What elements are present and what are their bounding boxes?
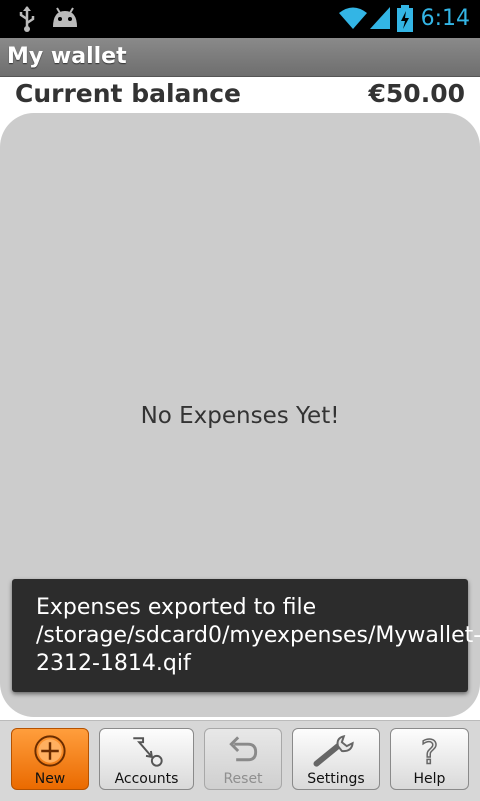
battery-charging-icon bbox=[397, 5, 413, 32]
wrench-icon bbox=[313, 734, 354, 767]
wifi-icon bbox=[339, 7, 367, 29]
balance-row: Current balance €50.00 bbox=[0, 77, 480, 115]
accounts-icon bbox=[133, 737, 163, 767]
undo-icon bbox=[229, 736, 258, 762]
android-icon bbox=[53, 7, 77, 27]
app-title: My wallet bbox=[7, 44, 127, 69]
settings-button[interactable]: Settings bbox=[292, 728, 380, 790]
question-mark-icon: ? bbox=[420, 732, 439, 770]
signal-icon bbox=[370, 7, 390, 29]
new-button-label: New bbox=[34, 771, 66, 787]
accounts-button[interactable]: Accounts bbox=[99, 728, 194, 790]
title-bar: My wallet bbox=[0, 38, 480, 77]
toast-message: Expenses exported to file /storage/sdcar… bbox=[36, 595, 480, 676]
balance-amount: €50.00 bbox=[368, 79, 465, 108]
help-button[interactable]: ? Help bbox=[390, 728, 469, 790]
help-button-label: Help bbox=[413, 771, 446, 787]
accounts-button-label: Accounts bbox=[114, 771, 179, 787]
usb-icon bbox=[19, 6, 35, 32]
bottom-toolbar: New Accounts Reset Settings ? Help bbox=[0, 720, 480, 801]
toast-notification: Expenses exported to file /storage/sdcar… bbox=[12, 579, 480, 692]
add-circle-icon bbox=[34, 735, 66, 767]
empty-list-message: No Expenses Yet! bbox=[140, 403, 340, 429]
new-button[interactable]: New bbox=[11, 728, 89, 790]
reset-button-label: Reset bbox=[223, 771, 263, 787]
status-clock: 6:14 bbox=[420, 6, 470, 31]
settings-button-label: Settings bbox=[307, 771, 365, 787]
reset-button[interactable]: Reset bbox=[204, 728, 282, 790]
svg-text:?: ? bbox=[421, 733, 439, 770]
balance-label: Current balance bbox=[15, 79, 241, 108]
status-bar: 6:14 bbox=[0, 0, 480, 38]
